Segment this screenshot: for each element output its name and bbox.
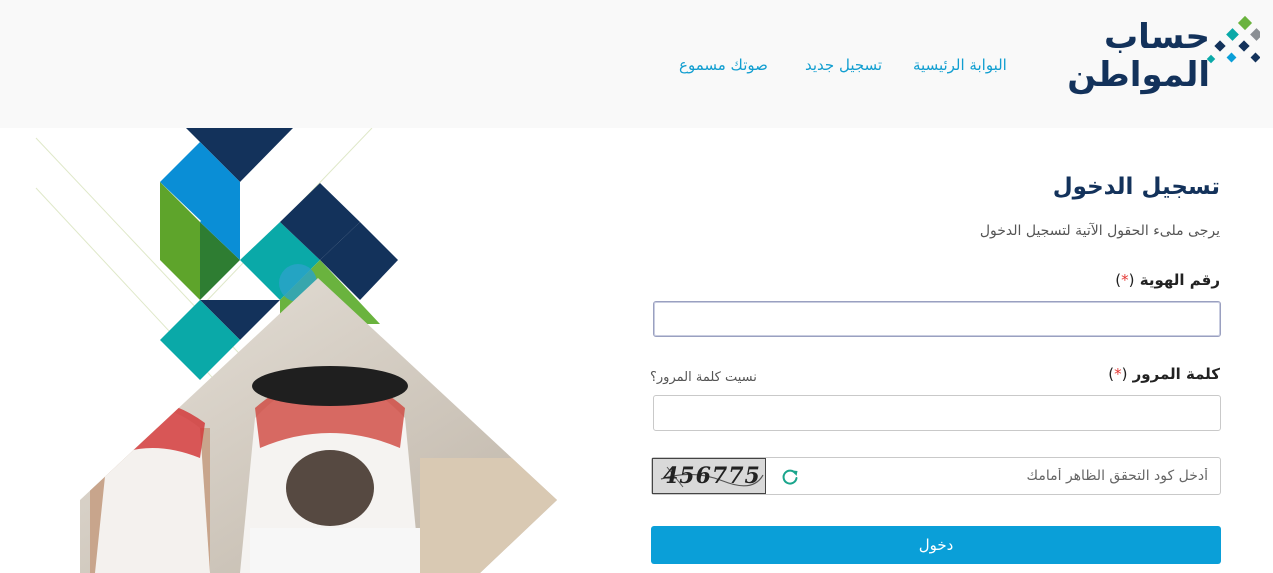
form-title: تسجيل الدخول (1052, 174, 1220, 200)
password-label: كلمة المرور (*) (1108, 365, 1220, 383)
captcha-input[interactable] (800, 458, 1220, 494)
refresh-icon[interactable] (780, 467, 800, 487)
citizen-account-logo[interactable]: حساب المواطن (1067, 14, 1260, 109)
form-subtitle: يرجى ملىء الحقول الآتية لتسجيل الدخول (979, 223, 1220, 239)
nav-register-link[interactable]: تسجيل جديد (805, 56, 882, 74)
forgot-password-link[interactable]: نسيت كلمة المرور؟ (650, 370, 757, 385)
required-open: ( (1128, 271, 1135, 289)
hero-graphic (35, 128, 557, 573)
logo-text-line2: المواطن (1067, 55, 1210, 95)
required-star: * (1114, 365, 1122, 383)
required-star: * (1121, 271, 1129, 289)
id-label: رقم الهوية (*) (1115, 271, 1220, 289)
nav-voice-link[interactable]: صوتك مسموع (679, 56, 768, 74)
captcha-code: 456775 (663, 463, 761, 489)
captcha-image: 456775 (652, 458, 766, 494)
id-label-text: رقم الهوية (1139, 271, 1220, 289)
login-form: تسجيل الدخول يرجى ملىء الحقول الآتية لتس… (650, 128, 1222, 573)
id-number-input[interactable] (653, 301, 1221, 337)
password-input[interactable] (653, 395, 1221, 431)
nav-home-link[interactable]: البوابة الرئيسية (913, 56, 1007, 74)
password-label-text: كلمة المرور (1132, 365, 1220, 383)
logo-text-line1: حساب (1103, 17, 1210, 57)
captcha-field: 456775 (651, 457, 1221, 495)
site-header: حساب المواطن البوابة الرئيسية تسجيل جديد… (0, 0, 1273, 128)
hero-illustration (0, 128, 640, 573)
required-marker: (*) (1108, 365, 1127, 383)
required-open: ( (1121, 365, 1128, 383)
logo-text: حساب المواطن (1067, 18, 1210, 94)
required-marker: (*) (1115, 271, 1134, 289)
login-button[interactable]: دخول (651, 526, 1221, 564)
